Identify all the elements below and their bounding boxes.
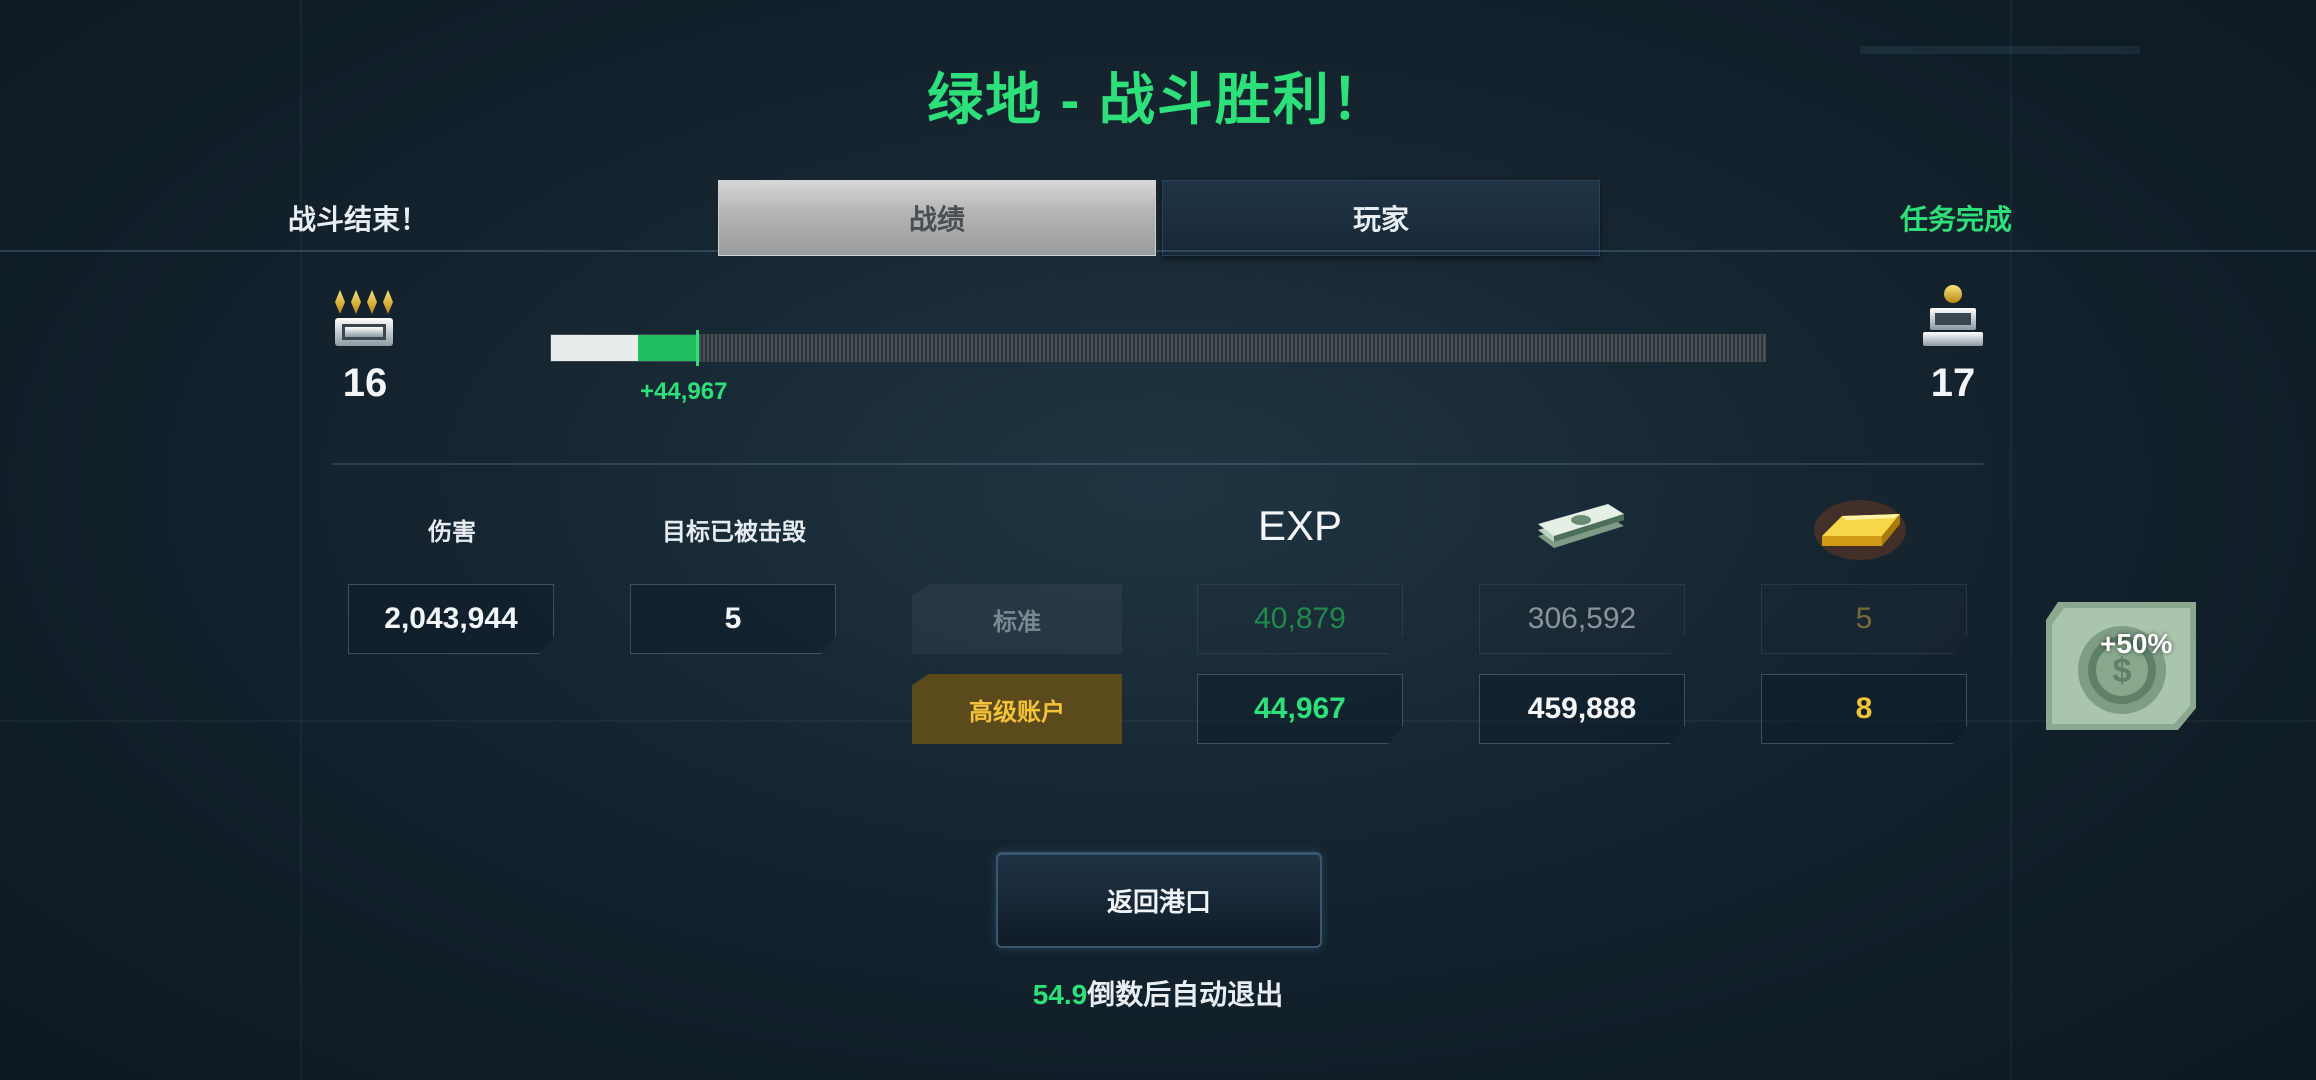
standard-row-label: 标准 — [912, 584, 1122, 654]
standard-exp: 40,879 — [1197, 584, 1403, 654]
bonus-label: +50% — [2100, 628, 2173, 659]
damage-label: 伤害 — [428, 519, 476, 546]
battle-over-label: 战斗结束！ — [288, 204, 429, 235]
exp-progress-marker — [695, 330, 699, 366]
bg-line — [0, 720, 2316, 722]
next-rank-level: 17 — [1930, 361, 1976, 405]
exp-progress-previous — [551, 335, 639, 361]
rank-insignia-icon — [335, 290, 393, 346]
current-rank: 16 — [305, 280, 425, 406]
auto-exit-countdown: 54.9倒数后自动退出 — [0, 973, 2316, 1013]
next-rank: 17 — [1893, 280, 2013, 406]
bg-line — [2010, 0, 2012, 1080]
premium-exp: 44,967 — [1197, 674, 1403, 744]
mission-complete-label: 任务完成 — [1899, 204, 2012, 235]
current-rank-level: 16 — [342, 361, 388, 405]
return-to-port-button[interactable]: 返回港口 — [996, 852, 1322, 948]
countdown-seconds: 54.9 — [1032, 979, 1088, 1010]
tab-players[interactable]: 玩家 — [1162, 180, 1600, 256]
divider — [0, 250, 2316, 252]
cash-stack-icon — [1538, 504, 1624, 548]
page-title: 绿地 - 战斗胜利！ — [927, 68, 1389, 131]
gold-bar-icon — [1814, 500, 1906, 560]
standard-cash: 306,592 — [1479, 584, 1685, 654]
exp-gain-label: +44,967 — [640, 378, 728, 405]
countdown-text: 倒数后自动退出 — [1087, 979, 1284, 1010]
premium-gold: 8 — [1761, 674, 1967, 744]
premium-cash: 459,888 — [1479, 674, 1685, 744]
exp-progress-gain — [638, 335, 697, 361]
rank-insignia-icon — [1923, 285, 1983, 346]
exp-header: EXP — [1257, 502, 1343, 549]
dollar-bonus-icon: $ — [2046, 602, 2196, 730]
standard-gold: 5 — [1761, 584, 1967, 654]
bg-line — [1860, 46, 2140, 54]
destroyed-value: 5 — [630, 584, 836, 654]
exp-progress-bar — [550, 330, 1766, 366]
damage-value: 2,043,944 — [348, 584, 554, 654]
premium-row-label: 高级账户 — [912, 674, 1122, 744]
tab-record[interactable]: 战绩 — [718, 180, 1156, 256]
divider — [333, 463, 1983, 465]
destroyed-label: 目标已被击毁 — [662, 519, 806, 546]
bg-line — [300, 0, 302, 1080]
